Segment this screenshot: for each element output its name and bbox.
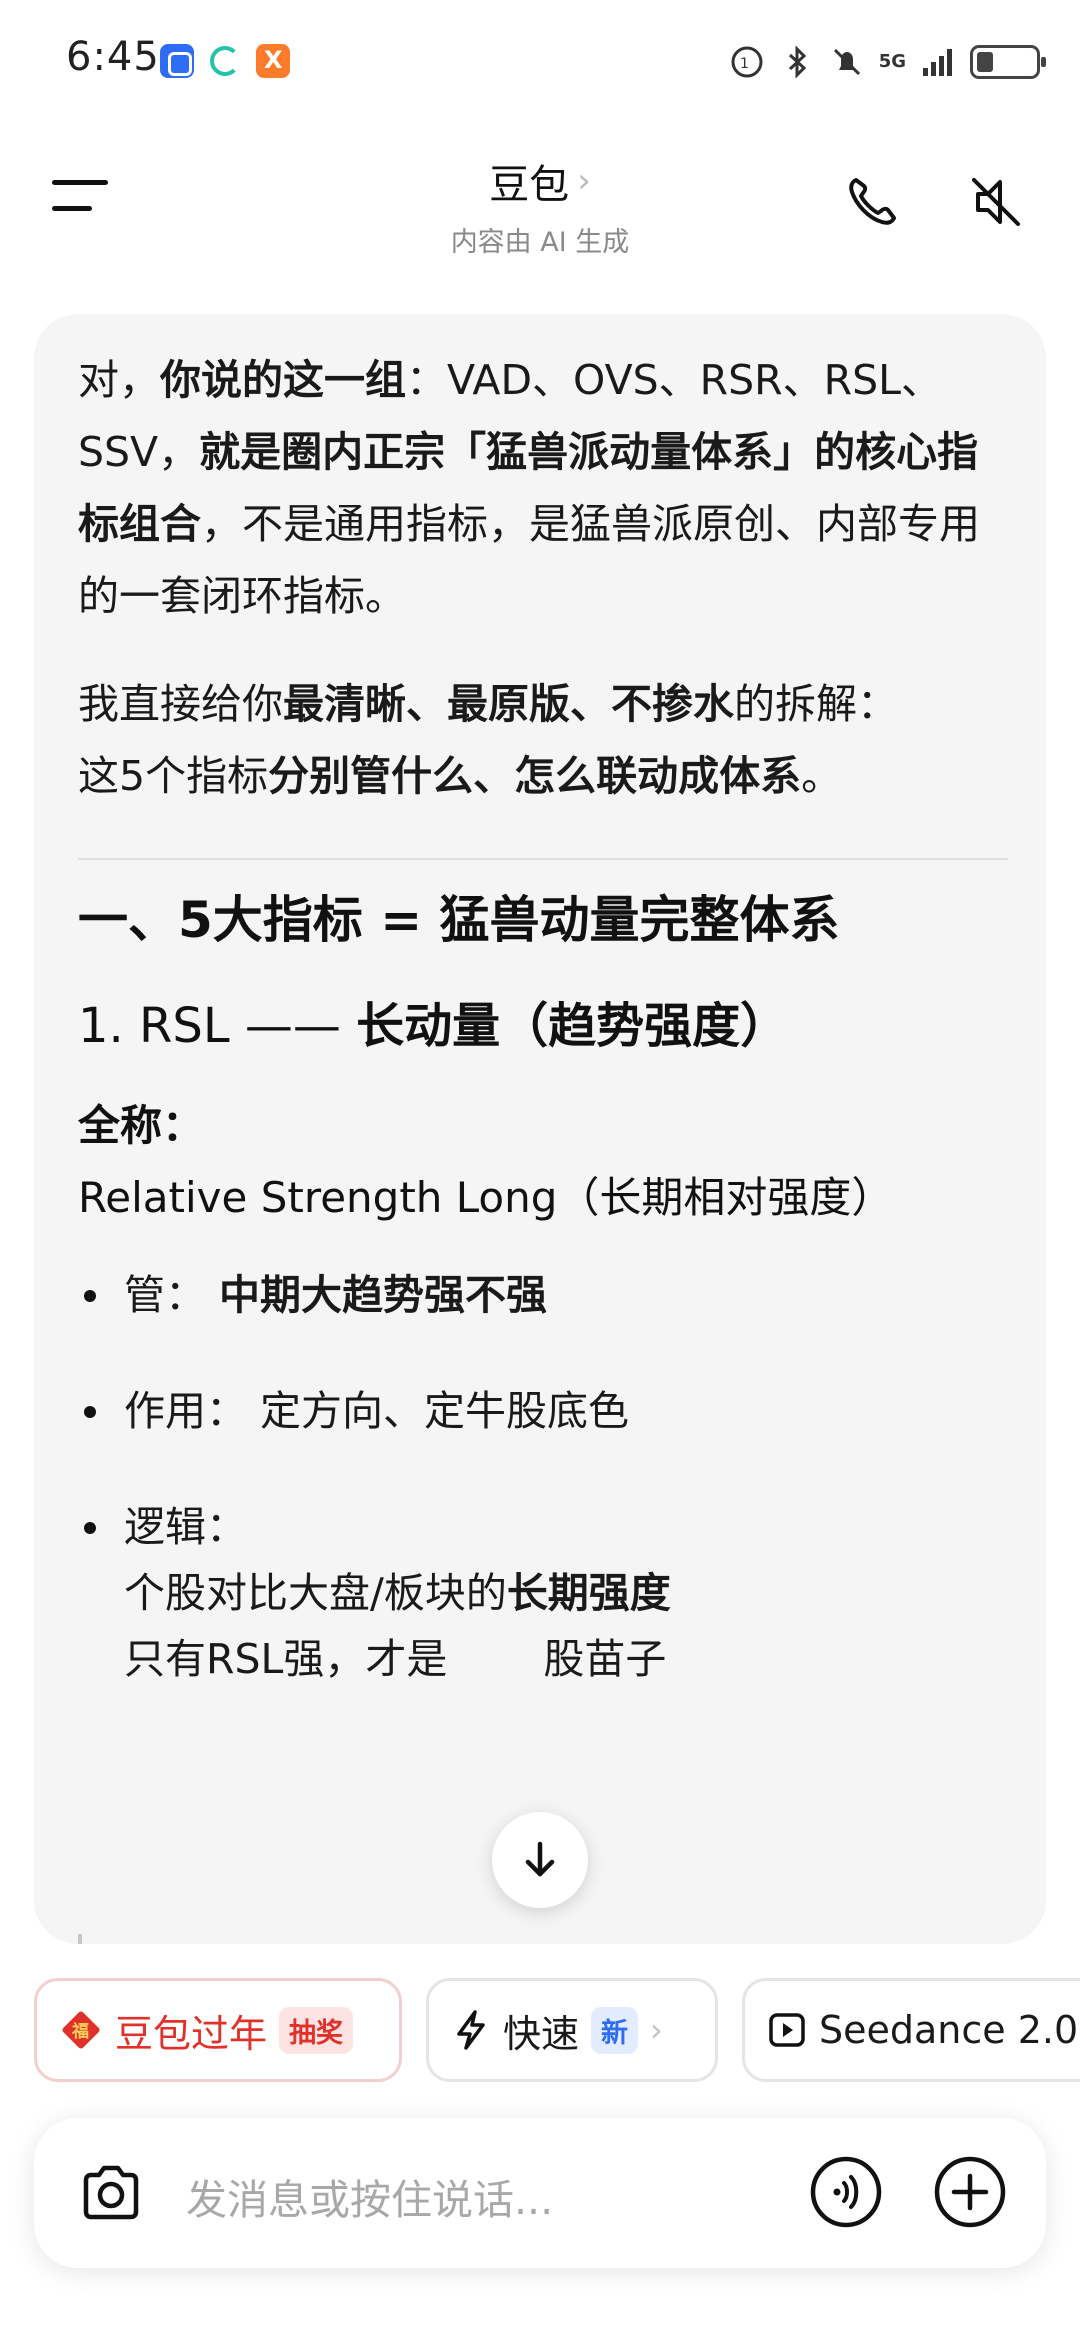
- status-icons: 1 5G: [729, 38, 1046, 86]
- lightning-icon: [457, 2010, 485, 2050]
- message-paragraph-2: 我直接给你最清晰、最原版、不掺水的拆解：: [78, 668, 1008, 740]
- chip-label: 豆包过年: [115, 2011, 268, 2056]
- quick-action-chips: 福 豆包过年 抽奖 快速 新 › Seedance 2.0: [34, 1978, 1080, 2082]
- text-run-bold: 你说的这一组: [160, 356, 406, 404]
- menu-icon: [52, 180, 108, 185]
- camera-button[interactable]: [76, 2158, 146, 2228]
- text-run: 的拆解：: [734, 680, 898, 728]
- message-paragraph-1: 对，你说的这一组：VAD、OVS、RSR、RSL、SSV，就是圈内正宗「猛兽派动…: [78, 344, 1008, 632]
- text-run: ，不是通用指标，是猛兽派原创、内部专用的一套闭环指标。: [78, 500, 980, 620]
- bullet-line: 个股对比大盘/板块的长期强度: [124, 1560, 1008, 1626]
- svg-text:1: 1: [740, 56, 749, 72]
- bullet-label: 管：: [124, 1271, 206, 1319]
- signal-icon: [923, 49, 952, 76]
- chat-title-area[interactable]: 豆包 › 内容由 AI 生成: [340, 152, 740, 259]
- chip-seedance[interactable]: Seedance 2.0: [742, 1978, 1080, 2082]
- ai-disclaimer: 内容由 AI 生成: [450, 227, 630, 258]
- chip-tag: 抽奖: [279, 2006, 354, 2054]
- text-run: 股苗子: [543, 1635, 667, 1683]
- text-run: 对，: [78, 356, 160, 404]
- chat-header: 豆包 › 内容由 AI 生成: [0, 130, 1080, 260]
- message-body: 对，你说的这一组：VAD、OVS、RSR、RSL、SSV，就是圈内正宗「猛兽派动…: [78, 344, 1008, 1742]
- svg-text:福: 福: [71, 2021, 89, 2042]
- subsection-heading: 1. RSL —— 长动量（趋势强度）: [78, 986, 1008, 1066]
- menu-button[interactable]: [52, 180, 112, 216]
- list-item: 管： 中期大趋势强不强: [78, 1262, 1008, 1328]
- mute-bell-icon: [833, 48, 860, 76]
- message-paragraph-3: 这5个指标分别管什么、怎么联动成体系。: [78, 740, 1008, 812]
- chevron-right-icon: ›: [650, 2011, 663, 2049]
- scroll-to-bottom-button[interactable]: [492, 1812, 588, 1908]
- video-play-icon: [769, 2013, 805, 2047]
- fullname-value: Relative Strength Long（长期相对强度）: [78, 1173, 894, 1222]
- bullet-value: 中期大趋势强不强: [219, 1271, 548, 1319]
- text-run: 我直接给你: [78, 680, 283, 728]
- sync-ring-icon: [210, 46, 240, 76]
- bullet-value: 定方向、定牛股底色: [260, 1387, 630, 1435]
- voice-call-button[interactable]: [808, 2154, 884, 2230]
- text-run-bold: 最清晰、最原版、不掺水: [283, 680, 734, 728]
- assistant-message-card: 对，你说的这一组：VAD、OVS、RSR、RSL、SSV，就是圈内正宗「猛兽派动…: [34, 314, 1046, 1944]
- quote-bar: [78, 1934, 82, 1944]
- text-run: 只有RSL强，才是: [124, 1635, 448, 1683]
- text-run-bold: 长期强度: [506, 1569, 671, 1617]
- chip-fast-mode[interactable]: 快速 新 ›: [426, 1978, 718, 2082]
- bullet-list: 管： 中期大趋势强不强 作用： 定方向、定牛股底色 逻辑： 个股对比大盘/板块的…: [78, 1262, 1008, 1692]
- section-heading: 一、5大指标 = 猛兽动量完整体系: [78, 891, 840, 949]
- chip-label: 快速: [503, 2011, 580, 2056]
- menu-icon-line: [52, 206, 92, 211]
- status-time: 6:45: [66, 34, 160, 80]
- app-orange-icon: [256, 44, 290, 78]
- speaker-mute-button[interactable]: [966, 172, 1026, 232]
- list-item: 作用： 定方向、定牛股底色: [78, 1378, 1008, 1444]
- chat-title-text: 豆包: [489, 162, 570, 208]
- text-run: 个股对比大盘/板块的: [124, 1569, 507, 1617]
- status-bar: 6:45 1 5G: [0, 0, 1080, 120]
- message-input-bar: 发消息或按住说话...: [34, 2118, 1046, 2268]
- data-saver-icon: 1: [731, 46, 763, 78]
- bluetooth-icon: [788, 45, 806, 79]
- phone-call-button[interactable]: [842, 172, 902, 232]
- chevron-right-icon: ›: [577, 161, 591, 201]
- arrow-down-icon: [525, 1841, 555, 1877]
- app-blue-icon: [160, 44, 194, 78]
- indicator-fullname: 全称： Relative Strength Long（长期相对强度）: [78, 1090, 1008, 1234]
- bullet-line: 只有RSL强，才是 股苗子: [124, 1626, 1008, 1692]
- fu-lucky-icon: 福: [62, 2011, 100, 2049]
- message-input[interactable]: 发消息或按住说话...: [186, 2166, 553, 2226]
- list-item: 逻辑： 个股对比大盘/板块的长期强度 只有RSL强，才是 股苗子: [78, 1494, 1008, 1692]
- text-run-bold: 分别管什么、怎么联动成体系: [268, 752, 802, 800]
- add-attachment-button[interactable]: [932, 2154, 1008, 2230]
- subsection-heading-main: 长动量（趋势强度）: [356, 998, 789, 1054]
- chip-doubao-new-year[interactable]: 福 豆包过年 抽奖: [34, 1978, 402, 2082]
- chip-tag: 新: [591, 2006, 639, 2054]
- bullet-label: 逻辑：: [124, 1503, 247, 1551]
- text-run: 这5个指标: [78, 752, 269, 800]
- chat-title[interactable]: 豆包 ›: [489, 152, 591, 210]
- network-label: 5G: [878, 51, 906, 72]
- bullet-label: 作用：: [124, 1387, 247, 1435]
- chip-label: Seedance 2.0: [819, 2008, 1079, 2052]
- subsection-heading-prefix: 1. RSL ——: [78, 998, 357, 1054]
- section-divider: [78, 858, 1008, 860]
- text-run: 。: [801, 752, 843, 800]
- fullname-label: 全称：: [78, 1101, 205, 1150]
- battery-icon: [970, 45, 1046, 79]
